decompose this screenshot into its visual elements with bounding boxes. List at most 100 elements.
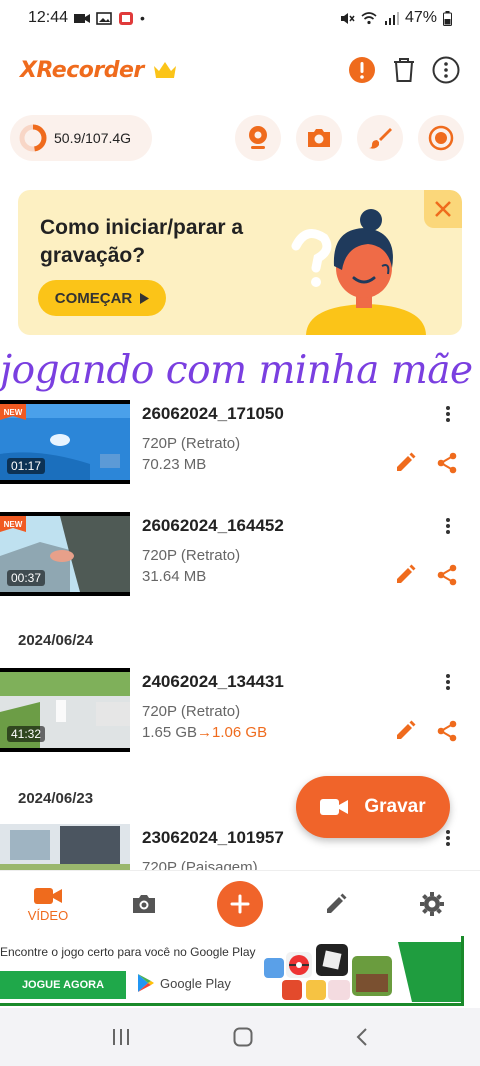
notification-dot: • xyxy=(140,10,145,26)
signal-icon xyxy=(384,11,399,25)
date-header: 2024/06/24 xyxy=(18,632,94,649)
gear-icon xyxy=(420,892,444,916)
record-fab-button[interactable]: Gravar xyxy=(296,776,450,838)
nav-edit[interactable] xyxy=(301,871,371,937)
edit-pencil-icon[interactable] xyxy=(394,720,416,742)
quick-toolbar: 50.9/107.4G xyxy=(0,115,480,163)
gallery-notification-icon xyxy=(96,11,112,25)
ad-title: Encontre o jogo certo para você no Googl… xyxy=(0,945,256,959)
wifi-icon xyxy=(361,11,377,24)
video-thumbnail[interactable]: 41:32 xyxy=(0,668,130,752)
video-camera-icon xyxy=(320,799,349,815)
start-button-label: COMEÇAR xyxy=(54,289,133,307)
add-button[interactable] xyxy=(217,881,263,927)
camera-tab-icon xyxy=(133,895,155,913)
premium-crown-icon[interactable] xyxy=(152,60,178,80)
video-resolution: 720P (Retrato) xyxy=(142,703,241,720)
more-vertical-icon xyxy=(446,406,450,422)
bottom-navigation: VÍDEO xyxy=(0,870,480,936)
brush-icon xyxy=(369,128,392,149)
storage-indicator[interactable]: 50.9/107.4G xyxy=(10,115,152,161)
video-more-button[interactable] xyxy=(438,404,458,424)
tutorial-banner: Como iniciar/parar a gravação? COMEÇAR xyxy=(18,190,462,335)
screenshot-button[interactable] xyxy=(296,115,342,161)
more-vertical-circle-icon xyxy=(432,56,460,84)
video-item[interactable]: NEW 00:37 26062024_164452 720P (Retrato)… xyxy=(0,512,480,602)
share-icon[interactable] xyxy=(436,452,458,474)
video-duration: 01:17 xyxy=(7,458,46,474)
video-thumbnail[interactable]: NEW 01:17 xyxy=(0,400,130,484)
status-time: 12:44 xyxy=(28,9,69,26)
close-icon xyxy=(435,201,451,217)
facecam-button[interactable] xyxy=(235,115,281,161)
ad-banner[interactable]: Encontre o jogo certo para você no Googl… xyxy=(0,936,464,1006)
banner-question: Como iniciar/parar a gravação? xyxy=(40,216,244,267)
more-options-button[interactable] xyxy=(432,56,460,84)
original-size: 1.65 GB xyxy=(142,724,198,741)
video-item[interactable]: NEW 01:17 26062024_171050 720P (Retrato)… xyxy=(0,400,480,490)
video-more-button[interactable] xyxy=(438,516,458,536)
compress-arrow-icon: → xyxy=(197,724,213,741)
delete-button[interactable] xyxy=(390,56,418,84)
camera-icon xyxy=(308,129,330,147)
brush-button[interactable] xyxy=(357,115,403,161)
record-toggle-button[interactable] xyxy=(418,115,464,161)
recorder-notification-icon xyxy=(119,11,134,25)
battery-percent: 47% xyxy=(404,9,437,26)
plus-icon xyxy=(230,894,250,914)
game-icons-collage xyxy=(264,942,461,1002)
recent-apps-icon[interactable] xyxy=(111,1028,131,1046)
woman-illustration xyxy=(291,209,426,335)
share-icon[interactable] xyxy=(436,564,458,586)
video-more-button[interactable] xyxy=(438,828,458,848)
record-icon xyxy=(428,125,454,151)
video-overlay-caption: jogando com minha mãe xyxy=(0,348,473,393)
more-vertical-icon xyxy=(446,830,450,846)
ad-cta-button[interactable]: JOGUE AGORA xyxy=(0,971,126,999)
video-name: 26062024_171050 xyxy=(142,404,284,423)
video-item[interactable]: 41:32 24062024_134431 720P (Retrato) 1.6… xyxy=(0,668,480,758)
record-fab-label: Gravar xyxy=(364,796,426,817)
google-play-icon xyxy=(138,974,154,992)
video-name: 24062024_134431 xyxy=(142,672,284,691)
storage-text: 50.9/107.4G xyxy=(54,130,132,146)
status-left: 12:44 • xyxy=(28,9,145,27)
video-thumbnail[interactable]: NEW 00:37 xyxy=(0,512,130,596)
home-icon[interactable] xyxy=(233,1027,253,1047)
more-vertical-icon xyxy=(446,674,450,690)
trash-icon xyxy=(394,58,414,82)
video-name: 23062024_101957 xyxy=(142,828,284,847)
app-header: XRecorder xyxy=(0,44,480,96)
start-tutorial-button[interactable]: COMEÇAR xyxy=(38,280,166,316)
google-play-label: Google Play xyxy=(138,974,231,992)
share-icon[interactable] xyxy=(436,720,458,742)
compressed-size: 1.06 GB xyxy=(212,724,268,741)
thumbnail-image xyxy=(0,824,130,870)
edit-pencil-icon[interactable] xyxy=(394,452,416,474)
alert-button[interactable] xyxy=(348,56,376,84)
video-notification-icon xyxy=(74,13,91,23)
video-resolution: 720P (Paisagem) xyxy=(142,859,258,870)
system-navigation-bar xyxy=(0,1008,480,1066)
video-name: 26062024_164452 xyxy=(142,516,284,535)
video-duration: 41:32 xyxy=(7,726,46,742)
nav-screenshots[interactable] xyxy=(109,871,179,937)
nav-settings[interactable] xyxy=(397,871,467,937)
back-icon[interactable] xyxy=(355,1027,369,1047)
video-tab-icon xyxy=(34,887,62,904)
video-more-button[interactable] xyxy=(438,672,458,692)
app-logo: XRecorder xyxy=(20,57,144,83)
nav-video[interactable]: VÍDEO xyxy=(13,871,83,937)
google-play-text: Google Play xyxy=(160,975,231,991)
nav-video-label: VÍDEO xyxy=(27,907,69,923)
video-size: 31.64 MB xyxy=(142,568,207,585)
video-thumbnail[interactable] xyxy=(0,824,130,870)
edit-pencil-icon[interactable] xyxy=(394,564,416,586)
status-right: 47% xyxy=(339,9,452,27)
battery-icon xyxy=(443,10,452,26)
header-actions xyxy=(348,56,460,84)
nav-add[interactable] xyxy=(205,871,275,937)
play-arrow-icon xyxy=(140,292,150,304)
video-resolution: 720P (Retrato) xyxy=(142,435,241,452)
video-size: 1.65 GB→1.06 GB xyxy=(142,724,267,741)
